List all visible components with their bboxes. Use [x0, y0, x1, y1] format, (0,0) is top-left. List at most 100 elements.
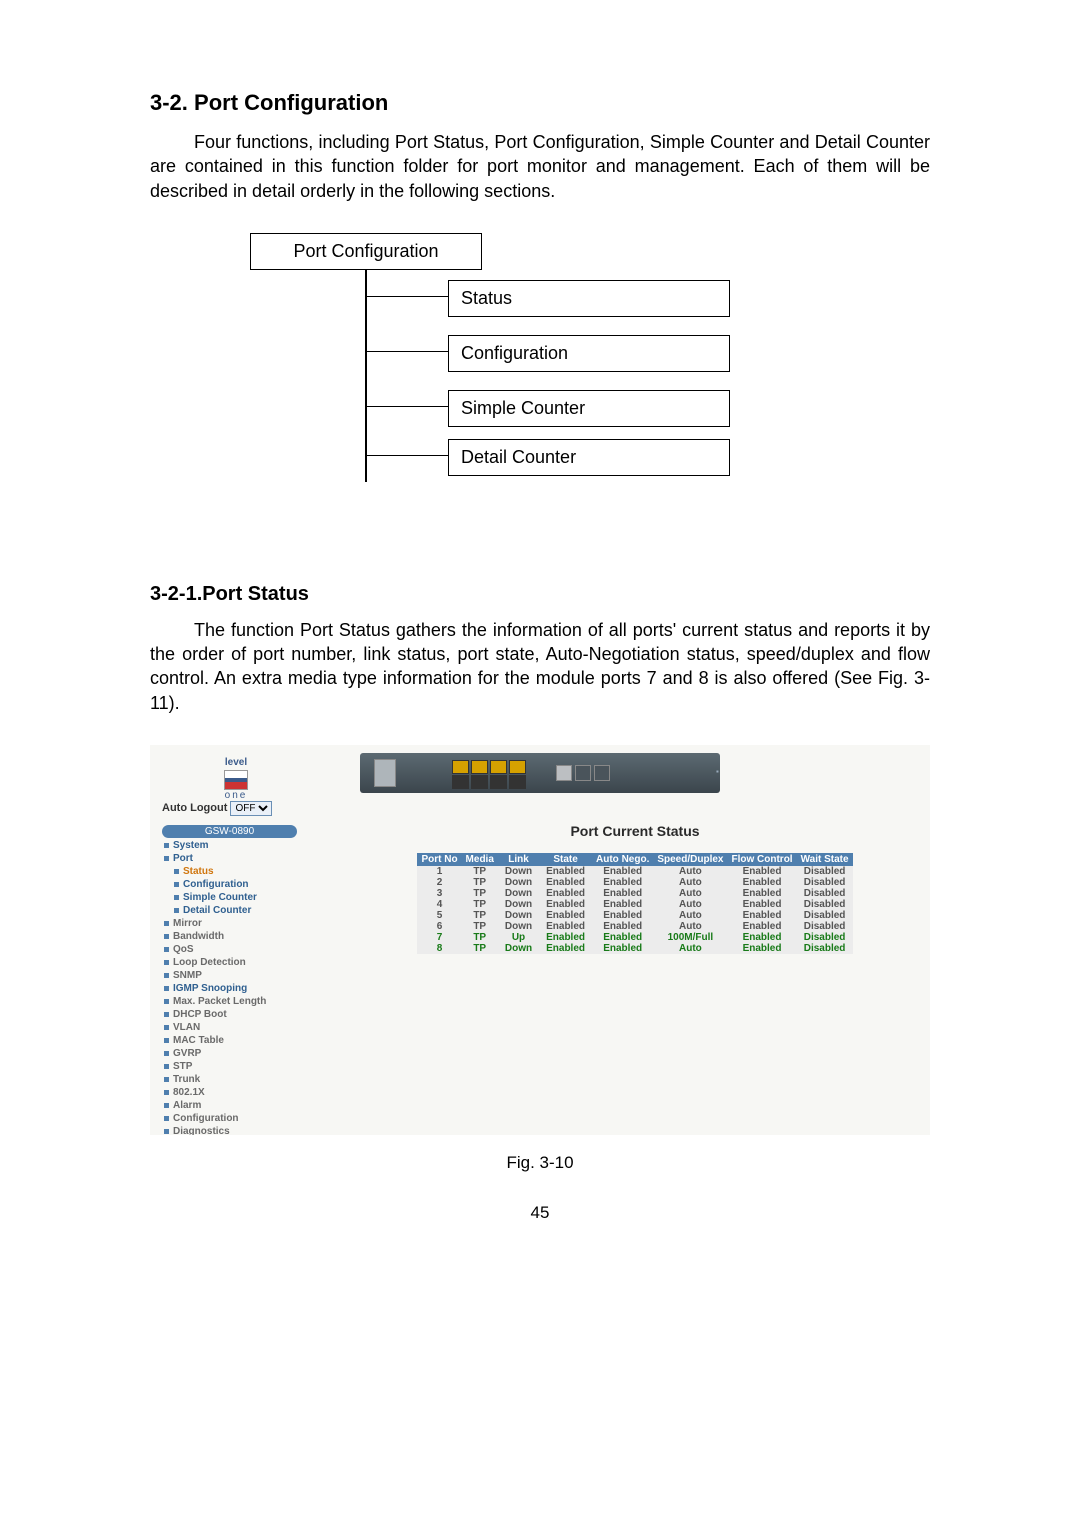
- bullet-icon: [164, 1129, 169, 1134]
- table-cell: Enabled: [539, 877, 592, 888]
- sidebar-item-label: Diagnostics: [173, 1125, 230, 1135]
- table-cell: Disabled: [797, 910, 853, 921]
- bullet-icon: [164, 856, 169, 861]
- bullet-icon: [174, 882, 179, 887]
- sidebar-item-label: Detail Counter: [183, 904, 251, 917]
- sidebar-item-label: VLAN: [173, 1021, 200, 1034]
- panel-slot-icon: [374, 759, 396, 787]
- sidebar-item[interactable]: IGMP Snooping: [162, 982, 297, 995]
- table-cell: Down: [498, 921, 539, 932]
- sidebar-item[interactable]: QoS: [162, 943, 297, 956]
- sidebar-item[interactable]: GVRP: [162, 1047, 297, 1060]
- diagram-child-status: Status: [448, 280, 730, 317]
- bullet-icon: [174, 908, 179, 913]
- table-row: 7TPUpEnabledEnabled100M/FullEnabledDisab…: [417, 932, 852, 943]
- sidebar-item[interactable]: Bandwidth: [162, 930, 297, 943]
- table-header-row: Port NoMediaLinkStateAuto Nego.Speed/Dup…: [417, 853, 852, 866]
- table-row: 4TPDownEnabledEnabledAutoEnabledDisabled: [417, 899, 852, 910]
- table-cell: Enabled: [727, 921, 796, 932]
- table-cell: Enabled: [592, 888, 653, 899]
- table-cell: 8: [417, 943, 461, 954]
- sidebar-item[interactable]: STP: [162, 1060, 297, 1073]
- table-cell: Enabled: [592, 921, 653, 932]
- table-cell: 5: [417, 910, 461, 921]
- section-heading: 3-2. Port Configuration: [150, 90, 930, 116]
- sidebar-item[interactable]: Mirror: [162, 917, 297, 930]
- table-cell: 7: [417, 932, 461, 943]
- table-cell: Auto: [653, 888, 727, 899]
- product-logo: level one: [176, 757, 296, 793]
- diagram-root: Port Configuration: [250, 233, 482, 270]
- sidebar-item[interactable]: MAC Table: [162, 1034, 297, 1047]
- sidebar-item-label: Loop Detection: [173, 956, 246, 969]
- sidebar-item[interactable]: Alarm: [162, 1099, 297, 1112]
- table-cell: Enabled: [592, 932, 653, 943]
- sidebar-item-label: System: [173, 839, 209, 852]
- logo-text-bottom: one: [176, 790, 296, 801]
- table-cell: TP: [462, 932, 498, 943]
- sidebar-item-label: Alarm: [173, 1099, 201, 1112]
- table-cell: Down: [498, 899, 539, 910]
- auto-logout-select[interactable]: OFF: [230, 801, 272, 816]
- content-title: Port Current Status: [340, 823, 930, 839]
- sidebar-item[interactable]: Detail Counter: [162, 904, 297, 917]
- subsection-heading: 3-2-1.Port Status: [150, 583, 930, 606]
- panel-led-icon: ▪: [716, 767, 719, 776]
- table-cell: Disabled: [797, 921, 853, 932]
- content-area: Port Current Status Port NoMediaLinkStat…: [340, 823, 930, 954]
- sidebar-item-label: Max. Packet Length: [173, 995, 266, 1008]
- model-label: GSW-0890: [162, 825, 297, 838]
- table-cell: Enabled: [727, 866, 796, 877]
- table-cell: Enabled: [539, 888, 592, 899]
- table-cell: TP: [462, 877, 498, 888]
- table-header-cell: Auto Nego.: [592, 853, 653, 866]
- sidebar-item[interactable]: 802.1X: [162, 1086, 297, 1099]
- sidebar-item[interactable]: Trunk: [162, 1073, 297, 1086]
- bullet-icon: [164, 1077, 169, 1082]
- sidebar-item[interactable]: DHCP Boot: [162, 1008, 297, 1021]
- sidebar-item-label: Trunk: [173, 1073, 200, 1086]
- sidebar-item[interactable]: Configuration: [162, 1112, 297, 1125]
- bullet-icon: [164, 1090, 169, 1095]
- table-cell: Disabled: [797, 866, 853, 877]
- sidebar-item[interactable]: Simple Counter: [162, 891, 297, 904]
- sidebar-item-label: IGMP Snooping: [173, 982, 247, 995]
- sidebar-item[interactable]: Max. Packet Length: [162, 995, 297, 1008]
- table-row: 8TPDownEnabledEnabledAutoEnabledDisabled: [417, 943, 852, 954]
- bullet-icon: [164, 1038, 169, 1043]
- sidebar-item[interactable]: VLAN: [162, 1021, 297, 1034]
- table-cell: Disabled: [797, 888, 853, 899]
- sidebar-item[interactable]: SNMP: [162, 969, 297, 982]
- table-cell: Enabled: [727, 943, 796, 954]
- sidebar-item[interactable]: Loop Detection: [162, 956, 297, 969]
- table-header-cell: State: [539, 853, 592, 866]
- table-cell: Enabled: [727, 910, 796, 921]
- sidebar-item-label: Configuration: [183, 878, 249, 891]
- panel-ports-bottom: [452, 775, 526, 789]
- sidebar-item-label: Simple Counter: [183, 891, 257, 904]
- sidebar-item[interactable]: Configuration: [162, 878, 297, 891]
- sidebar-item-label: Configuration: [173, 1112, 239, 1125]
- sidebar-item[interactable]: System: [162, 839, 297, 852]
- bullet-icon: [164, 934, 169, 939]
- table-cell: Enabled: [592, 899, 653, 910]
- sidebar-item-label: MAC Table: [173, 1034, 224, 1047]
- bullet-icon: [164, 1051, 169, 1056]
- sidebar-item-label: SNMP: [173, 969, 202, 982]
- sidebar-item[interactable]: Status: [162, 865, 297, 878]
- table-row: 1TPDownEnabledEnabledAutoEnabledDisabled: [417, 866, 852, 877]
- table-cell: Enabled: [539, 921, 592, 932]
- diagram-child-configuration: Configuration: [448, 335, 730, 372]
- bullet-icon: [164, 1064, 169, 1069]
- table-row: 3TPDownEnabledEnabledAutoEnabledDisabled: [417, 888, 852, 899]
- table-cell: Auto: [653, 921, 727, 932]
- sidebar-item[interactable]: Diagnostics: [162, 1125, 297, 1135]
- table-cell: Enabled: [592, 866, 653, 877]
- table-cell: TP: [462, 921, 498, 932]
- figure-screenshot: level one Auto Logout OFF GSW-0890 Syste…: [150, 745, 930, 1135]
- table-body: 1TPDownEnabledEnabledAutoEnabledDisabled…: [417, 866, 852, 954]
- document-page: 3-2. Port Configuration Four functions, …: [150, 0, 930, 1263]
- panel-modules: [556, 765, 610, 781]
- sidebar-item[interactable]: Port: [162, 852, 297, 865]
- table-cell: Auto: [653, 877, 727, 888]
